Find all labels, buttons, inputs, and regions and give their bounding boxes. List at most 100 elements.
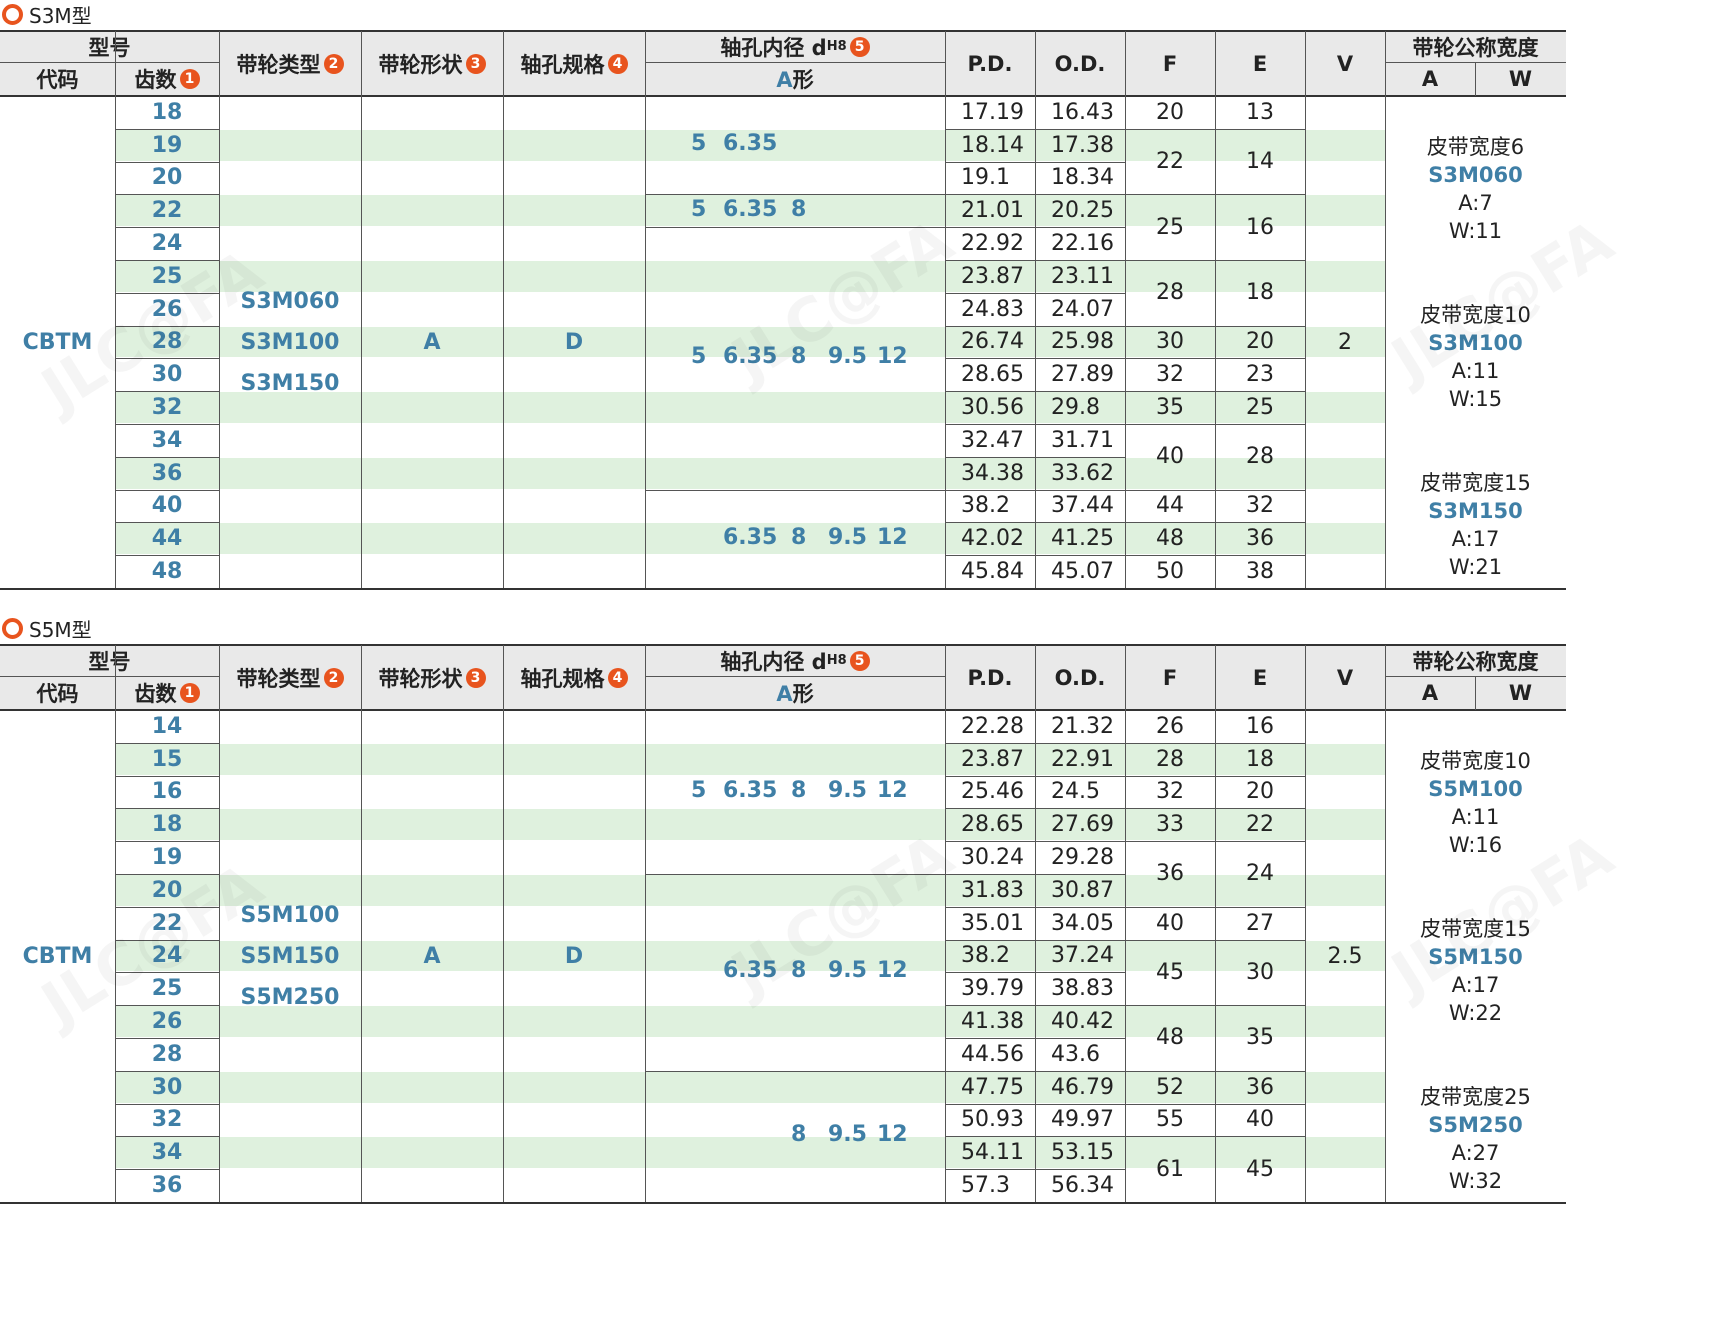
row-line — [115, 775, 219, 777]
row-line — [115, 456, 219, 458]
section-title-text: S5M型 — [29, 617, 92, 642]
teeth-count-cell: 20 — [151, 165, 183, 191]
header-label: F — [1162, 51, 1178, 76]
e-cell: 45 — [1246, 1156, 1274, 1182]
header-code: 代码 — [0, 676, 115, 710]
row-line — [945, 128, 1035, 130]
header-bottom-line — [0, 709, 1566, 711]
belt-width-label: 皮带宽度10 — [1420, 749, 1531, 773]
pd-cell: 57.3 — [961, 1173, 1010, 1199]
belt-width-w: W:22 — [1448, 1001, 1503, 1025]
header-f: F — [1125, 31, 1215, 96]
header-label: A — [1421, 67, 1439, 91]
od-cell: 17.38 — [1051, 132, 1114, 158]
row-line — [1215, 1136, 1305, 1138]
pd-cell: 54.11 — [961, 1140, 1024, 1166]
od-cell: 25.98 — [1051, 329, 1114, 355]
od-cell: 29.28 — [1051, 845, 1114, 871]
row-line — [945, 555, 1035, 557]
row-line — [115, 128, 219, 130]
teeth-count-cell: 14 — [151, 713, 183, 739]
f-cell: 26 — [1156, 713, 1184, 739]
od-cell: 21.32 — [1051, 713, 1114, 739]
header-mid-line — [0, 62, 219, 63]
od-cell: 16.43 — [1051, 99, 1114, 125]
a-shape-suffix: 形 — [792, 682, 814, 706]
column-line — [115, 31, 116, 588]
od-cell: 37.24 — [1051, 943, 1114, 969]
subscript-text: H8 — [826, 653, 847, 668]
pd-cell: 38.2 — [961, 943, 1010, 969]
column-line — [1125, 645, 1126, 1202]
od-cell: 37.44 — [1051, 493, 1114, 519]
e-cell: 38 — [1246, 559, 1274, 585]
pd-cell: 45.84 — [961, 559, 1024, 585]
column-line — [1385, 645, 1386, 1202]
header-nominal-width: 带轮公称宽度 — [1385, 31, 1566, 62]
teeth-count-cell: 15 — [151, 746, 183, 772]
pd-cell: 28.65 — [961, 362, 1024, 388]
bore-diameter-value: 12 — [877, 1122, 908, 1148]
note-number-badge: 5 — [849, 36, 870, 57]
header-label: P.D. — [967, 51, 1013, 76]
f-cell: 45 — [1156, 959, 1184, 985]
teeth-count-cell: 18 — [151, 99, 183, 125]
row-line — [115, 1103, 219, 1105]
row-line — [1035, 522, 1125, 524]
header-v: V — [1305, 645, 1385, 710]
header-label: 轴孔内径 d — [720, 649, 827, 674]
row-line — [1215, 358, 1305, 360]
f-cell: 48 — [1156, 1025, 1184, 1051]
row-line — [115, 1038, 219, 1039]
od-cell: 43.6 — [1051, 1041, 1100, 1067]
column-line — [503, 31, 504, 588]
od-cell: 46.79 — [1051, 1074, 1114, 1100]
header-shaft-spec: 轴孔规格 4 — [503, 31, 645, 96]
teeth-count-cell: 26 — [151, 1009, 183, 1035]
header-label: 带轮类型 — [236, 52, 321, 77]
column-line — [1385, 31, 1386, 588]
column-line — [361, 645, 362, 1202]
row-line — [1035, 358, 1125, 360]
bore-diameter-value: 6.35 — [723, 196, 778, 222]
bore-diameter-value: 6.35 — [723, 131, 778, 157]
header-label: A — [1421, 681, 1439, 705]
row-line — [1125, 1103, 1215, 1105]
row-line — [1035, 939, 1125, 941]
header-label: 带轮公称宽度 — [1412, 35, 1539, 60]
row-line — [1035, 128, 1125, 130]
row-line — [945, 522, 1035, 524]
bore-diameter-value: 12 — [877, 524, 908, 550]
teeth-count-cell: 34 — [151, 1140, 183, 1166]
header-label: 齿数 — [134, 68, 177, 92]
header-label: 带轮类型 — [236, 666, 321, 691]
header-mid-line — [645, 676, 945, 677]
header-od: O.D. — [1035, 31, 1125, 96]
row-line — [1035, 555, 1125, 557]
pd-cell: 35.01 — [961, 910, 1024, 936]
od-cell: 27.89 — [1051, 362, 1114, 388]
row-line — [1035, 1136, 1125, 1138]
row-line — [945, 292, 1035, 294]
row-line — [1035, 325, 1125, 327]
row-line — [1215, 939, 1305, 941]
row-line — [1125, 808, 1215, 810]
column-line — [361, 31, 362, 588]
belt-width-block: 皮带宽度10 S5M100 A:11 W:16 — [1385, 744, 1566, 862]
row-line — [945, 489, 1035, 491]
belt-width-w: W:21 — [1448, 555, 1503, 579]
table-bottom-line — [0, 588, 1566, 590]
header-label: O.D. — [1054, 51, 1106, 76]
row-line — [1035, 456, 1125, 458]
header-pd: P.D. — [945, 31, 1035, 96]
row-line — [1035, 424, 1125, 425]
header-label: 带轮形状 — [378, 666, 463, 691]
header-od: O.D. — [1035, 645, 1125, 710]
e-cell: 24 — [1246, 861, 1274, 887]
header-label: E — [1252, 665, 1268, 690]
row-line — [945, 424, 1035, 425]
row-line — [1215, 260, 1305, 261]
row-line — [1215, 775, 1305, 777]
teeth-count-cell: 28 — [151, 1041, 183, 1067]
pulley-shape-value: A — [423, 329, 441, 355]
